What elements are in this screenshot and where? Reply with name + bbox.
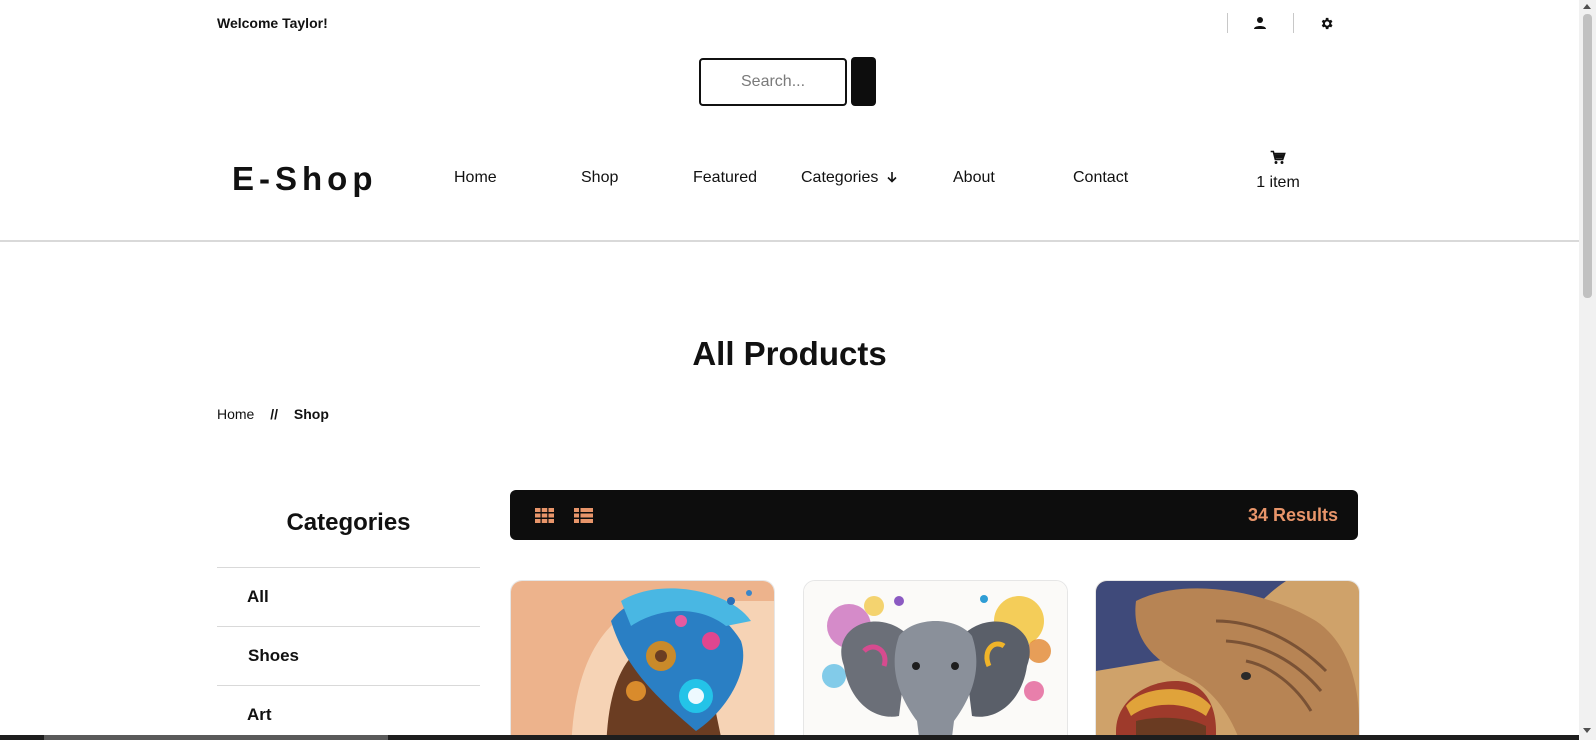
breadcrumb-separator: // — [270, 406, 279, 422]
cart-count: 1 item — [1256, 174, 1300, 191]
nav-home[interactable]: Home — [454, 169, 497, 187]
nav-contact[interactable]: Contact — [1073, 169, 1128, 187]
welcome-message: Welcome Taylor! — [217, 15, 328, 31]
taskbar-segment — [44, 735, 388, 740]
scroll-down-icon[interactable] — [1583, 728, 1591, 733]
nav-shop[interactable]: Shop — [581, 169, 618, 187]
product-image-elephant-woman — [1096, 581, 1359, 740]
product-image-woman-gears — [511, 581, 774, 740]
category-list: All Shoes Art — [217, 567, 480, 740]
cart-button[interactable]: 1 item — [1248, 150, 1308, 192]
category-item-all[interactable]: All — [217, 567, 480, 626]
categories-heading: Categories — [286, 509, 411, 536]
gear-icon[interactable] — [1316, 13, 1336, 33]
product-card[interactable] — [510, 580, 775, 740]
results-toolbar: 34 Results — [510, 490, 1358, 540]
product-card[interactable] — [803, 580, 1068, 740]
page-scrollbar[interactable] — [1579, 0, 1596, 740]
site-logo[interactable]: E-Shop — [232, 160, 377, 198]
page: Welcome Taylor! E-Shop Home Shop Feature… — [0, 0, 1579, 740]
search-input[interactable] — [699, 58, 847, 106]
search-button[interactable] — [851, 57, 876, 106]
cart-icon — [1270, 150, 1286, 164]
category-item-shoes[interactable]: Shoes — [217, 626, 480, 685]
arrow-down-icon — [887, 172, 897, 183]
nav-featured[interactable]: Featured — [693, 169, 757, 187]
user-icon[interactable] — [1250, 13, 1270, 33]
top-divider — [1227, 13, 1228, 33]
page-title: All Products — [692, 335, 887, 372]
top-divider — [1293, 13, 1294, 33]
scroll-up-icon[interactable] — [1583, 4, 1591, 9]
results-count: 34 Results — [1247, 505, 1338, 525]
nav-categories-label: Categories — [801, 169, 879, 186]
category-item-art[interactable]: Art — [217, 685, 480, 740]
nav-categories[interactable]: Categories — [801, 169, 898, 187]
breadcrumb-home[interactable]: Home — [217, 406, 254, 422]
header-divider — [0, 240, 1579, 242]
product-card[interactable] — [1095, 580, 1360, 740]
product-image-elephant-splash — [804, 581, 1067, 740]
grid-view-icon[interactable] — [534, 505, 554, 525]
list-view-icon[interactable] — [573, 505, 593, 525]
breadcrumb-current: Shop — [293, 406, 329, 422]
scroll-thumb[interactable] — [1583, 14, 1592, 298]
nav-about[interactable]: About — [953, 169, 995, 187]
breadcrumb: Home // Shop — [217, 406, 329, 422]
